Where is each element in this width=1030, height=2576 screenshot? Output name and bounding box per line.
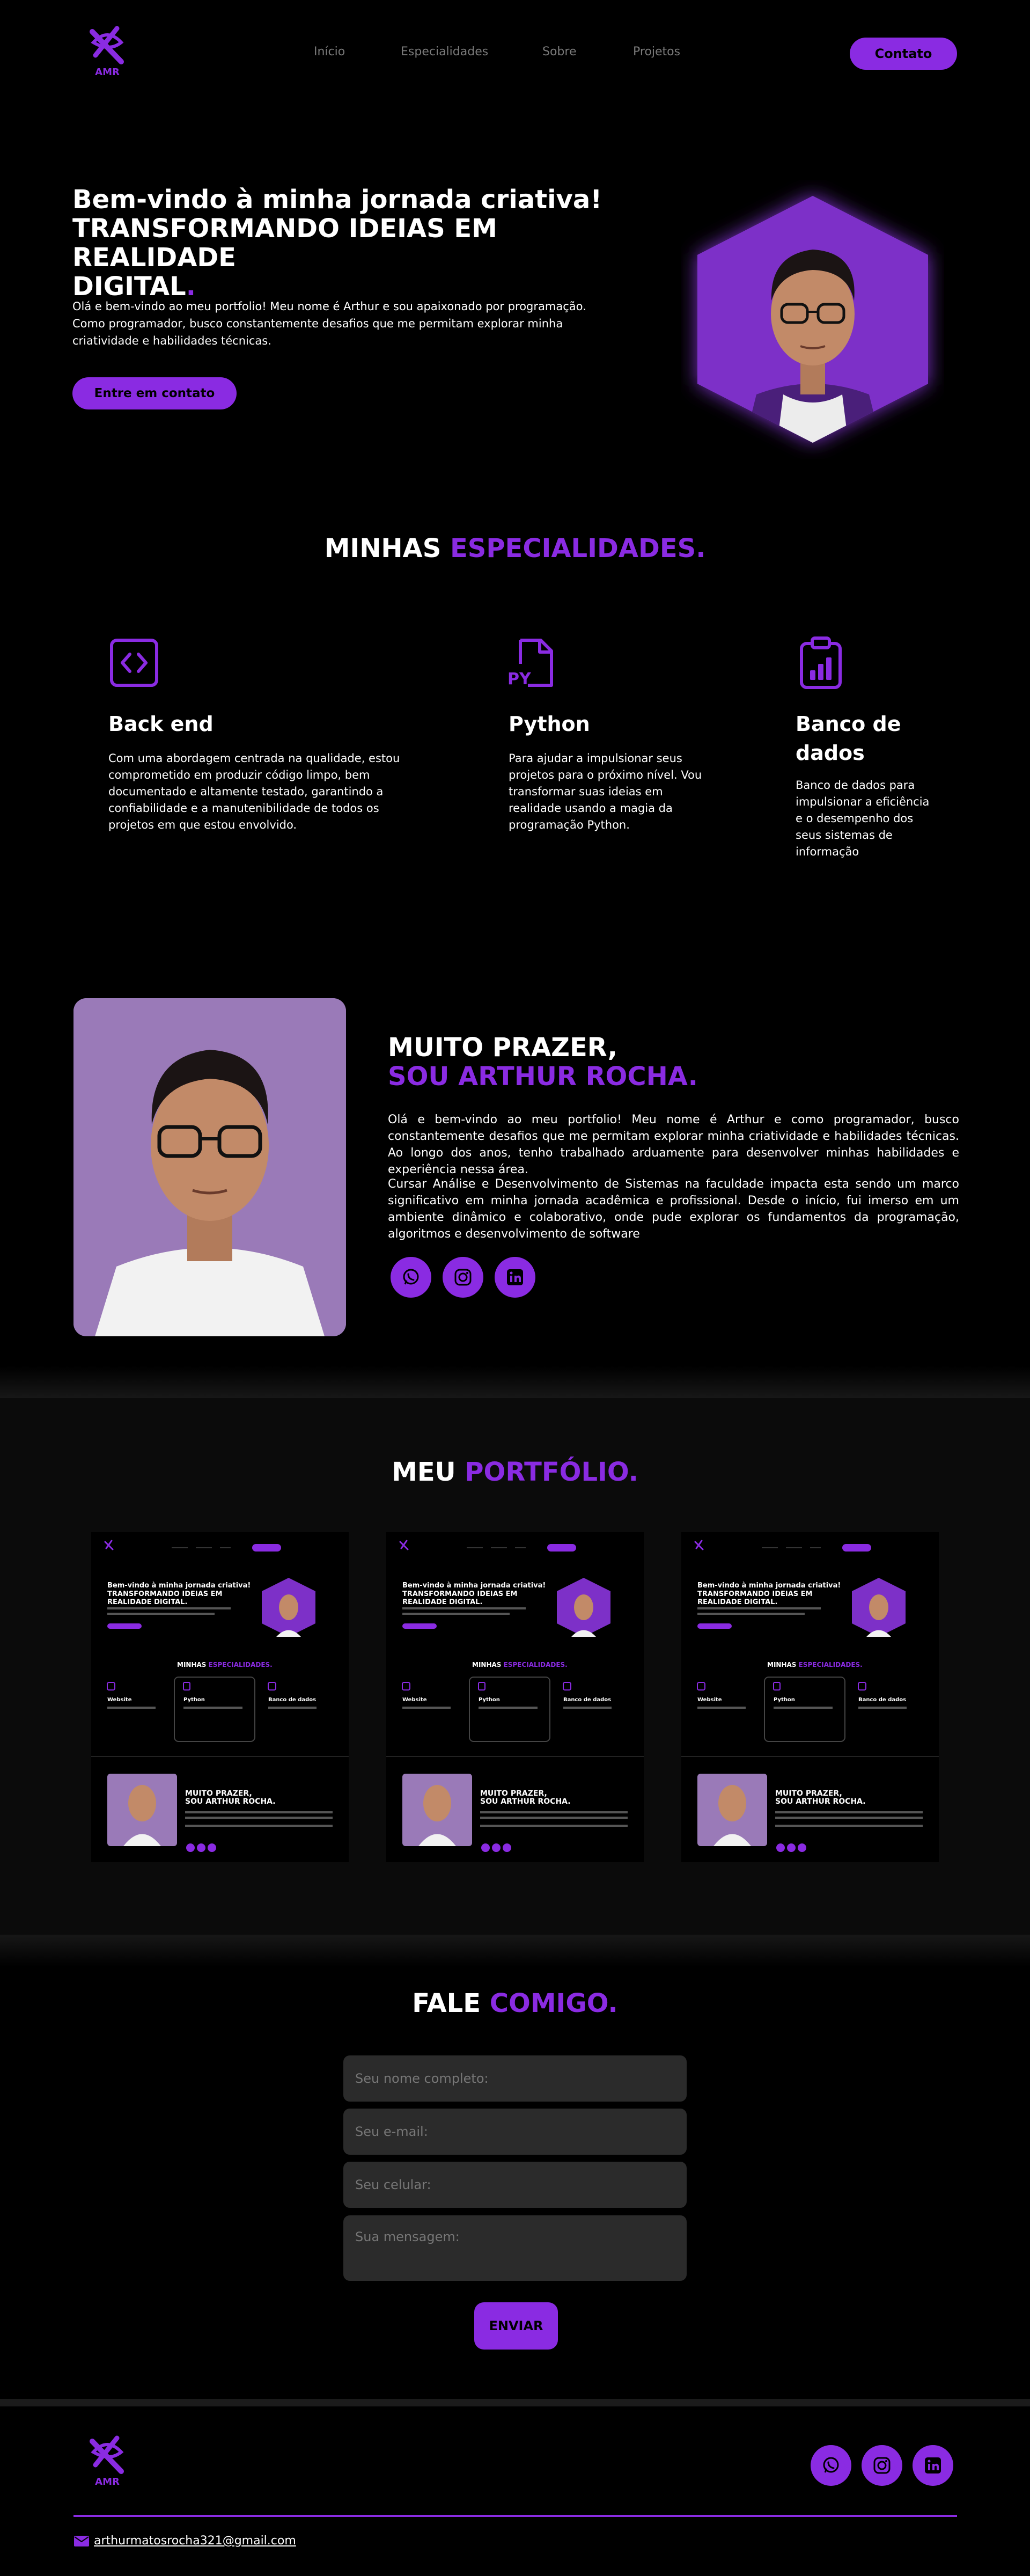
project-card-2: Python [479, 1697, 500, 1703]
footer-logo[interactable]: AMR [86, 2434, 129, 2487]
email-input[interactable] [343, 2109, 687, 2155]
hero-portrait [681, 180, 944, 459]
contact-title-white: FALE [412, 1988, 490, 2018]
project-hero-line1: Bem-vindo à minha jornada criativa! [402, 1582, 546, 1590]
project-hero-line2: TRANSFORMANDO IDEIAS EM REALIDADE DIGITA… [402, 1590, 518, 1606]
footer-whatsapp-button[interactable] [811, 2445, 851, 2486]
contact-title: FALE COMIGO. [0, 1988, 1030, 2018]
project-spec-title: MINHAS ESPECIALIDADES. [472, 1661, 568, 1669]
about-title-white: MUITO PRAZER, [388, 1033, 617, 1063]
project-about-white: MUITO PRAZER, [480, 1789, 547, 1798]
project-card-1: Website [402, 1697, 427, 1703]
project-spec-purple: ESPECIALIDADES. [503, 1661, 568, 1668]
section-divider [0, 1366, 1030, 1398]
spec-title-backend: Back end [108, 712, 214, 736]
logo-mark-icon: AMR [90, 2435, 124, 2487]
hero-paragraph: Olá e bem-vindo ao meu portfolio! Meu no… [72, 300, 586, 347]
code-icon [107, 636, 161, 690]
project-spec-title: MINHAS ESPECIALIDADES. [177, 1661, 273, 1669]
footer-email-text: arthurmatosrocha321@gmail.com [94, 2534, 296, 2548]
spec-title-database: Banco de dados [796, 712, 901, 765]
specialties-title-white: MINHAS [324, 533, 450, 564]
project-spec-purple: ESPECIALIDADES. [208, 1661, 273, 1668]
linkedin-icon [507, 1269, 523, 1285]
project-hero-line2: TRANSFORMANDO IDEIAS EM REALIDADE DIGITA… [697, 1590, 813, 1606]
portfolio-project-2[interactable]: Bem-vindo à minha jornada criativa! TRAN… [386, 1532, 644, 1862]
project-hero-line2: TRANSFORMANDO IDEIAS EM REALIDADE DIGITA… [107, 1590, 223, 1606]
hero-title-line3: DIGITAL [72, 272, 186, 302]
hero-contact-button[interactable]: Entre em contato [72, 377, 237, 409]
project-spec-white: MINHAS [177, 1661, 209, 1668]
project-about-purple: SOU ARTHUR ROCHA. [480, 1797, 571, 1806]
nav-especialidades[interactable]: Especialidades [401, 45, 488, 58]
clipboard-chart-icon [794, 636, 848, 690]
whatsapp-icon [823, 2457, 839, 2473]
instagram-icon [873, 2457, 891, 2474]
about-paragraph-1: Olá e bem-vindo ao meu portfolio! Meu no… [388, 1113, 959, 1176]
project-card-3: Banco de dados [563, 1697, 612, 1703]
portfolio-project-3[interactable]: Bem-vindo à minha jornada criativa! TRAN… [681, 1532, 939, 1862]
project-spec-title: MINHAS ESPECIALIDADES. [767, 1661, 863, 1669]
linkedin-icon [925, 2457, 941, 2473]
project-about-white: MUITO PRAZER, [185, 1789, 252, 1798]
contact-button[interactable]: Contato [850, 38, 957, 70]
about-portrait [73, 998, 346, 1336]
specialties-title: MINHAS ESPECIALIDADES. [0, 533, 1030, 564]
project-spec-white: MINHAS [472, 1661, 504, 1668]
project-card-3: Banco de dados [858, 1697, 907, 1703]
footer-line [73, 2515, 957, 2517]
footer-logo-text: AMR [95, 2476, 120, 2487]
phone-input[interactable] [343, 2162, 687, 2208]
svg-text:PY: PY [507, 670, 532, 689]
python-file-icon: PY [504, 636, 558, 690]
footer-instagram-button[interactable] [862, 2445, 902, 2486]
project-card-3: Banco de dados [268, 1697, 317, 1703]
footer-linkedin-button[interactable] [913, 2445, 953, 2486]
footer-email-link[interactable]: arthurmatosrocha321@gmail.com [73, 2534, 296, 2548]
project-card-1: Website [697, 1697, 722, 1703]
hero-title-line2: TRANSFORMANDO IDEIAS EM REALIDADE [72, 214, 497, 273]
about-title-purple: SOU ARTHUR ROCHA. [388, 1062, 698, 1092]
name-input[interactable] [343, 2055, 687, 2102]
logo-text: AMR [95, 67, 120, 78]
whatsapp-icon [403, 1269, 419, 1285]
portfolio-title-white: MEU [392, 1457, 465, 1487]
project-hero-line1: Bem-vindo à minha jornada criativa! [697, 1582, 841, 1590]
project-card-1: Website [107, 1697, 132, 1703]
about-title: MUITO PRAZER, SOU ARTHUR ROCHA. [388, 1033, 924, 1091]
instagram-icon [454, 1269, 472, 1286]
linkedin-button[interactable] [495, 1257, 535, 1298]
hero-title: Bem-vindo à minha jornada criativa! TRAN… [72, 185, 636, 301]
project-about-purple: SOU ARTHUR ROCHA. [775, 1797, 866, 1806]
project-spec-white: MINHAS [767, 1661, 799, 1668]
mail-icon [74, 2535, 89, 2546]
send-button[interactable]: ENVIAR [474, 2302, 558, 2350]
project-hero-line1: Bem-vindo à minha jornada criativa! [107, 1582, 251, 1590]
portfolio-project-1[interactable]: Bem-vindo à minha jornada criativa! TRAN… [91, 1532, 349, 1862]
about-paragraph-2: Cursar Análise e Desenvolvimento de Sist… [388, 1177, 959, 1241]
spec-text-database: Banco de dados para impulsionar a eficiê… [796, 779, 930, 858]
spec-text-python: Para ajudar a impulsionar seus projetos … [509, 752, 702, 831]
nav-sobre[interactable]: Sobre [542, 45, 577, 58]
contact-title-purple: COMIGO. [489, 1988, 618, 2018]
hero-title-line1: Bem-vindo à minha jornada criativa! [72, 185, 602, 215]
specialties-title-purple: ESPECIALIDADES. [450, 533, 706, 564]
project-spec-purple: ESPECIALIDADES. [798, 1661, 863, 1668]
hero-title-dot: . [186, 272, 196, 302]
nav-projetos[interactable]: Projetos [633, 45, 680, 58]
nav-inicio[interactable]: Início [314, 45, 345, 58]
project-card-2: Python [183, 1697, 205, 1703]
project-about-white: MUITO PRAZER, [775, 1789, 842, 1798]
project-about-purple: SOU ARTHUR ROCHA. [185, 1797, 276, 1806]
spec-title-python: Python [509, 712, 590, 736]
project-card-2: Python [774, 1697, 795, 1703]
message-input[interactable] [343, 2215, 687, 2281]
spec-text-backend: Com uma abordagem centrada na qualidade,… [108, 752, 400, 831]
footer-divider [0, 2399, 1030, 2406]
whatsapp-button[interactable] [391, 1257, 431, 1298]
section-divider [0, 1935, 1030, 1967]
portfolio-title-purple: PORTFÓLIO. [465, 1457, 638, 1487]
portfolio-title: MEU PORTFÓLIO. [0, 1457, 1030, 1487]
instagram-button[interactable] [443, 1257, 483, 1298]
